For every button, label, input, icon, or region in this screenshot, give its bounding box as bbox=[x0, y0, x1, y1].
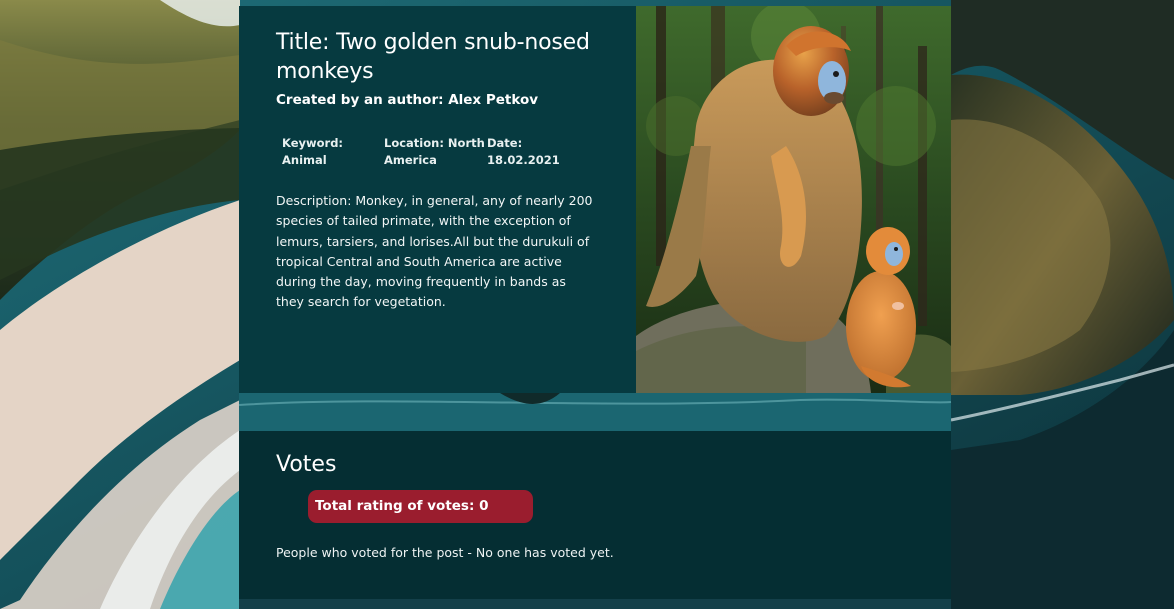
voters-text: People who voted for the post - No one h… bbox=[276, 545, 614, 560]
votes-card: Votes Total rating of votes: 0 People wh… bbox=[239, 431, 951, 599]
post-keyword: Keyword: Animal bbox=[282, 136, 344, 167]
post-meta: Keyword: Animal Location: North America … bbox=[276, 135, 600, 169]
post-details-text: Title: Two golden snub-nosed monkeys Cre… bbox=[239, 6, 636, 393]
post-image bbox=[636, 6, 951, 393]
post-date: Date: 18.02.2021 bbox=[487, 136, 560, 167]
post-description: Description: Monkey, in general, any of … bbox=[276, 193, 593, 310]
total-rating-badge: Total rating of votes: 0 bbox=[308, 490, 533, 523]
post-location: Location: North America bbox=[384, 136, 485, 167]
votes-heading: Votes bbox=[276, 452, 337, 477]
post-title: Title: Two golden snub-nosed monkeys bbox=[276, 30, 590, 84]
post-author: Created by an author: Alex Petkov bbox=[276, 92, 539, 108]
post-details-card: Title: Two golden snub-nosed monkeys Cre… bbox=[239, 6, 951, 393]
